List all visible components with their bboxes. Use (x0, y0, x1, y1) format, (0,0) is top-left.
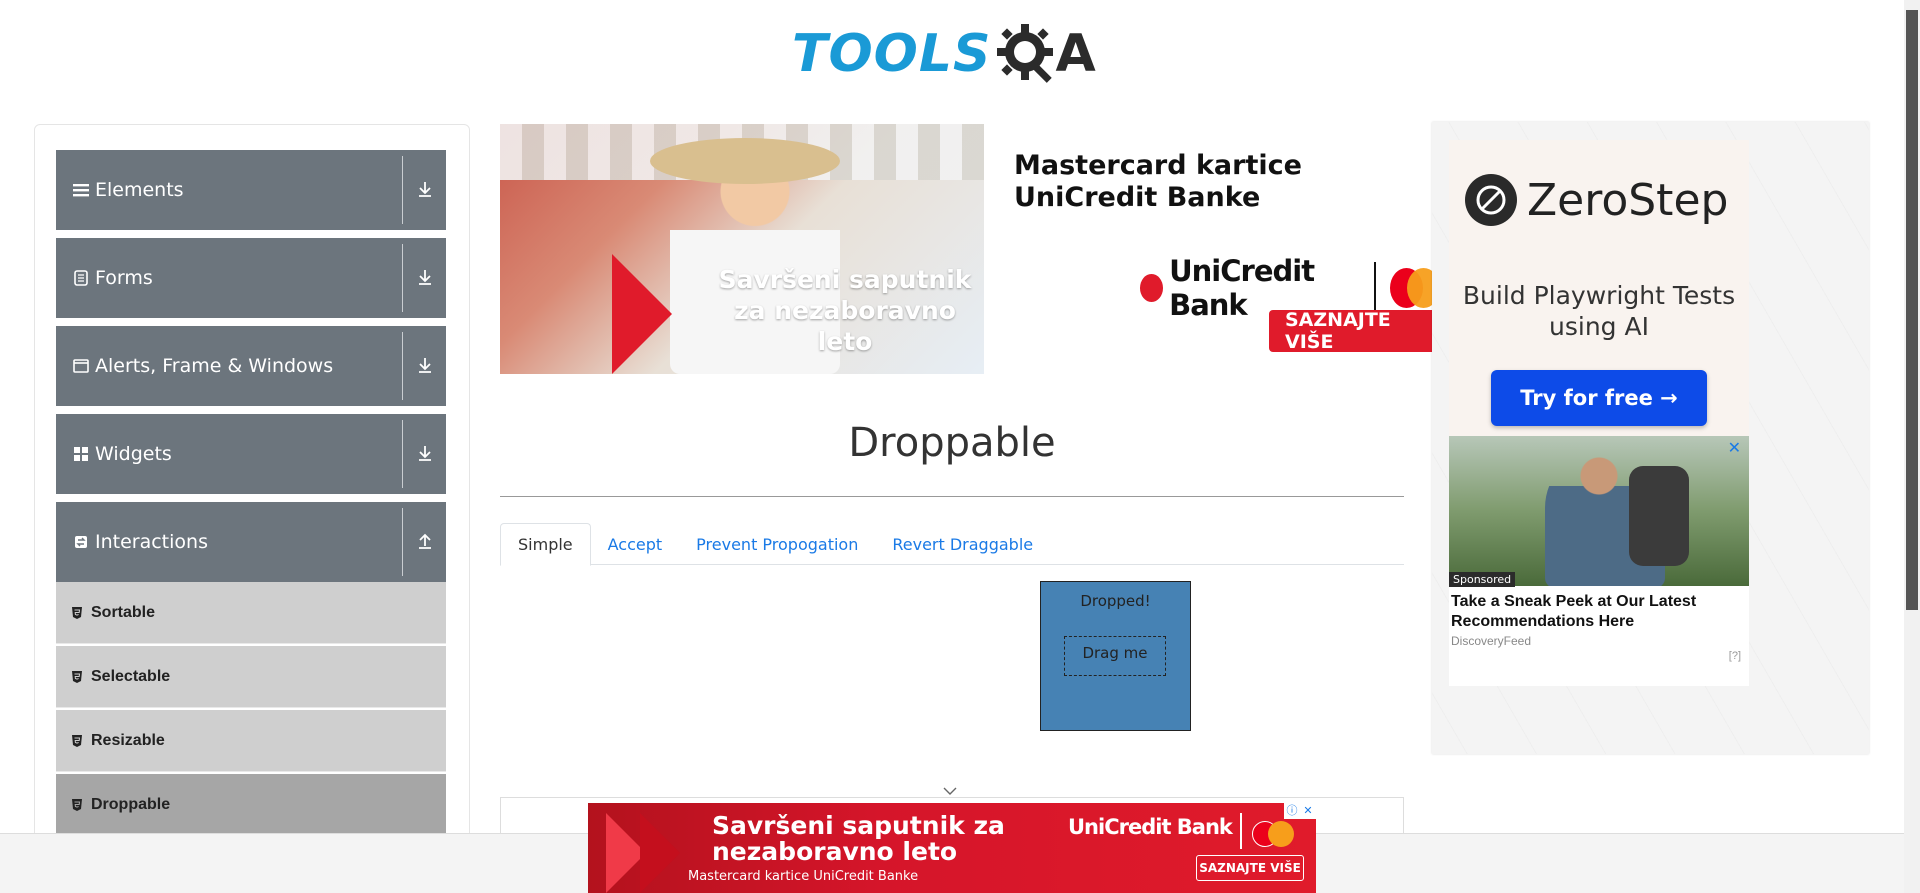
expand-down-icon[interactable] (414, 178, 436, 200)
swap-icon (73, 534, 89, 550)
html5-icon (72, 606, 82, 619)
sidebar-group-alerts[interactable]: Alerts, Frame & Windows (56, 326, 446, 406)
divider (1374, 262, 1376, 314)
sidebar-item-resizable[interactable]: Resizable (56, 710, 446, 772)
sidebar-item-selectable[interactable]: Selectable (56, 646, 446, 708)
sidebar-group-forms[interactable]: Forms (56, 238, 446, 318)
html5-icon (72, 734, 82, 747)
page-scrollbar[interactable] (1904, 0, 1920, 893)
tab-prevent-propogation[interactable]: Prevent Propogation (679, 523, 875, 565)
banner-headline: Mastercard kartice UniCredit Banke (1014, 150, 1302, 213)
sidebar-group-elements[interactable]: Elements (56, 150, 446, 230)
drop-target-label: Dropped! (1080, 592, 1151, 610)
divider (402, 332, 403, 400)
banner-photo: Savršeni saputnik za nezaboravno leto (500, 124, 984, 374)
draggable-box[interactable]: Drag me (1064, 636, 1166, 676)
expand-down-icon[interactable] (414, 354, 436, 376)
sidebar-item-droppable[interactable]: Droppable (56, 774, 446, 836)
divider (402, 420, 403, 488)
group-label: Elements (95, 179, 184, 201)
scrollbar-thumb[interactable] (1906, 10, 1918, 610)
adchoices-icon[interactable]: [?] (1729, 650, 1741, 662)
hat (650, 138, 840, 184)
drop-target[interactable]: Dropped! Drag me (1040, 581, 1191, 731)
tab-revert-draggable[interactable]: Revert Draggable (875, 523, 1050, 565)
group-label: Interactions (95, 531, 208, 553)
grid-icon (73, 446, 89, 462)
item-label: Resizable (91, 731, 165, 749)
window-icon (73, 358, 89, 374)
bottom-banner-ad[interactable]: Savršeni saputnik za nezaboravno leto Ma… (588, 803, 1316, 893)
zerostep-icon (1465, 174, 1517, 226)
close-icon[interactable]: ✕ (1728, 438, 1741, 458)
bottom-ad-subline: Mastercard kartice UniCredit Banke (688, 869, 919, 884)
sidebar-item-sortable[interactable]: Sortable (56, 582, 446, 644)
page-title: Droppable (848, 420, 1056, 466)
chevron-mark (612, 254, 672, 374)
item-label: Droppable (91, 795, 171, 813)
tab-simple[interactable]: Simple (500, 523, 591, 566)
backpack (1629, 466, 1689, 566)
divider (500, 496, 1404, 497)
right-ad: ZeroStep Build Playwright Tests using AI… (1432, 122, 1869, 754)
feed-source: DiscoveryFeed (1451, 634, 1532, 648)
zerostep-brand: ZeroStep (1527, 174, 1729, 226)
item-label: Sortable (91, 603, 156, 621)
expand-down-icon[interactable] (414, 266, 436, 288)
collapse-up-icon[interactable] (414, 530, 436, 552)
close-icon[interactable]: ✕ (1300, 803, 1316, 819)
divider (402, 156, 403, 224)
bottom-ad-headline: Savršeni saputnik za nezaboravno leto (712, 811, 1005, 866)
feed-title[interactable]: Take a Sneak Peek at Our Latest Recommen… (1451, 592, 1747, 632)
group-label: Alerts, Frame & Windows (95, 355, 334, 377)
group-label: Widgets (95, 443, 172, 465)
tab-accept[interactable]: Accept (591, 523, 680, 565)
logo-text: TOOLS (792, 24, 992, 84)
divider (1240, 813, 1242, 849)
banner-photo-text: Savršeni saputnik za nezaboravno leto (718, 265, 972, 356)
tab-bar: Simple Accept Prevent Propogation Revert… (500, 523, 1404, 566)
unicredit-icon (1140, 274, 1164, 302)
ad-controls: ⓘ ✕ (1284, 803, 1316, 819)
learn-more-button[interactable]: SAZNAJTE VIŠE (1269, 309, 1440, 353)
group-label: Forms (95, 267, 153, 289)
try-for-free-button[interactable]: Try for free → (1491, 370, 1707, 426)
document-icon (73, 270, 89, 286)
logo-letter: A (1055, 24, 1096, 84)
hamburger-icon (73, 182, 89, 198)
zerostep-ad[interactable]: ZeroStep Build Playwright Tests using AI… (1449, 140, 1749, 436)
chevron-down-icon (943, 787, 957, 795)
zerostep-tagline: Build Playwright Tests using AI (1462, 281, 1736, 341)
toolsqa-logo[interactable]: TOOLS A (792, 16, 1114, 92)
zerostep-logo: ZeroStep (1465, 174, 1728, 226)
html5-icon (72, 670, 82, 683)
html5-icon (72, 798, 82, 811)
sponsored-badge: Sponsored (1449, 572, 1516, 587)
sidebar-group-interactions[interactable]: Interactions (56, 502, 446, 582)
divider (402, 244, 403, 312)
sidebar-group-widgets[interactable]: Widgets (56, 414, 446, 494)
mastercard-icon (1268, 821, 1294, 847)
sponsored-feed[interactable]: ✕ Sponsored Take a Sneak Peek at Our Lat… (1449, 436, 1749, 686)
expand-down-icon[interactable] (414, 442, 436, 464)
learn-more-button[interactable]: SAZNAJTE VIŠE (1196, 855, 1304, 881)
divider (402, 508, 403, 576)
item-label: Selectable (91, 667, 171, 685)
bank-name: UniCredit Bank (1068, 815, 1233, 839)
feed-image (1449, 436, 1749, 586)
chevron-mark (640, 813, 680, 893)
banner-ad[interactable]: Savršeni saputnik za nezaboravno leto Ma… (500, 124, 1440, 374)
sidebar: Elements Forms Alerts, Frame & Windows W… (34, 124, 470, 893)
gear-magnifier-icon (997, 24, 1054, 83)
ad-info-icon[interactable]: ⓘ (1284, 803, 1300, 819)
